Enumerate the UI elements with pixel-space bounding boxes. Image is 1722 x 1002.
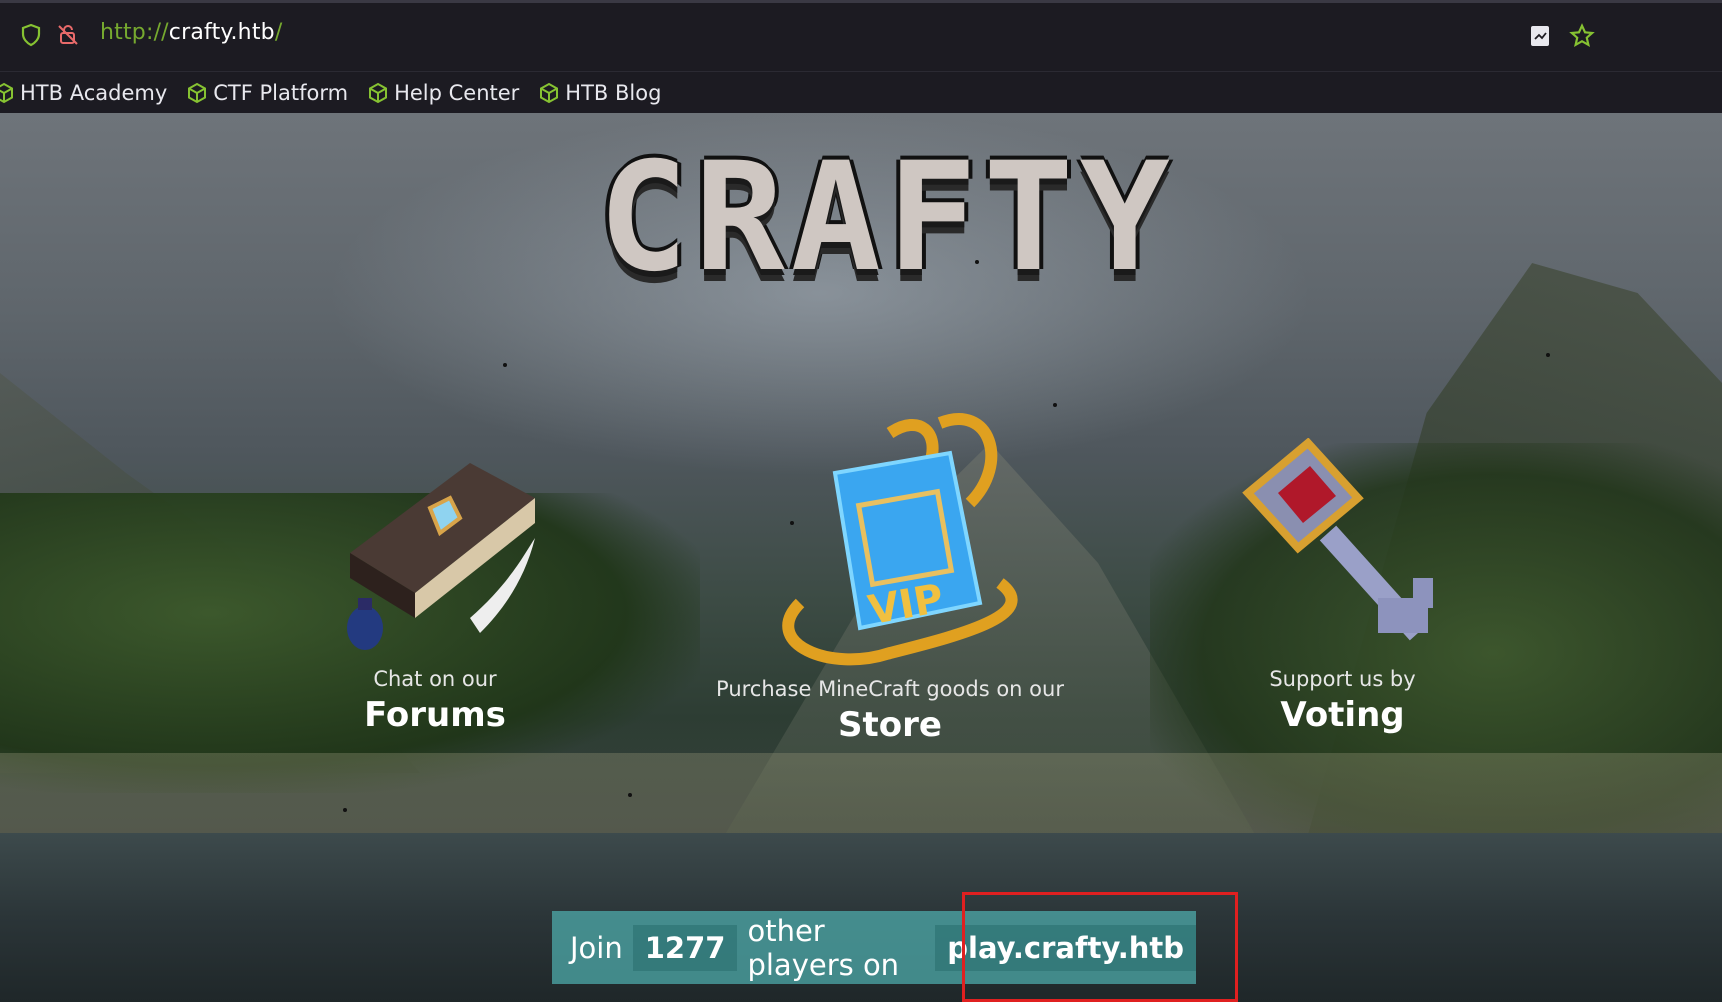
key-icon [1241, 437, 1433, 641]
voting-subtitle: Support us by [1269, 667, 1416, 691]
join-middle-text: other players on [747, 913, 900, 982]
url-text[interactable]: http://crafty.htb/ [100, 20, 282, 45]
bookmark-label: HTB Blog [565, 80, 662, 105]
forums-link[interactable]: Chat on our Forums [300, 443, 570, 735]
store-title: Store [838, 705, 942, 745]
url-suffix: / [274, 20, 283, 45]
bookmark-htb-academy[interactable]: HTB Academy [0, 72, 167, 113]
crafty-homepage: CRAFTY Chat on our Forums VIP Purchase M… [0, 113, 1722, 1002]
shield-icon[interactable] [18, 22, 44, 48]
url-host: crafty.htb [168, 20, 275, 45]
bookmark-ctf-platform[interactable]: CTF Platform [187, 72, 348, 113]
bookmark-help-center[interactable]: Help Center [368, 72, 519, 113]
player-count: 1277 [632, 924, 738, 971]
logo-text: CRAFTY [598, 131, 1176, 305]
browser-chrome: http://crafty.htb/ HTB Academy CTF Platf… [0, 0, 1722, 113]
cube-icon [369, 82, 388, 103]
book-quill-icon [347, 463, 535, 650]
vip-pass-icon: VIP [782, 413, 1018, 666]
crafty-logo[interactable]: CRAFTY [550, 131, 1224, 305]
voting-link[interactable]: Support us by Voting [1205, 437, 1480, 735]
url-protocol: http:// [100, 20, 169, 45]
bookmark-star-icon[interactable] [1568, 22, 1596, 50]
store-link[interactable]: VIP Purchase MineCraft goods on our Stor… [700, 403, 1080, 745]
highlight-box [962, 892, 1238, 1002]
voting-title: Voting [1280, 695, 1405, 735]
insecure-lock-icon[interactable] [55, 22, 81, 48]
join-prefix: Join [570, 930, 623, 965]
reader-view-icon[interactable] [1526, 22, 1554, 50]
url-bar[interactable]: http://crafty.htb/ [0, 0, 1722, 72]
bookmark-label: CTF Platform [213, 80, 349, 105]
cube-icon [0, 82, 13, 103]
forums-title: Forums [364, 695, 506, 735]
bookmark-label: HTB Academy [20, 80, 168, 105]
cube-icon [188, 82, 207, 103]
store-subtitle: Purchase MineCraft goods on our [716, 677, 1064, 701]
cube-icon [540, 82, 559, 103]
bookmark-label: Help Center [394, 80, 520, 105]
forums-subtitle: Chat on our [373, 667, 497, 691]
bookmarks-toolbar: HTB Academy CTF Platform Help Center HTB… [0, 72, 1722, 113]
bookmark-htb-blog[interactable]: HTB Blog [539, 72, 661, 113]
